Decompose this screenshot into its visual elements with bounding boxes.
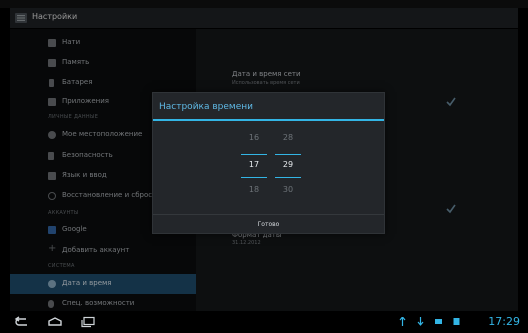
minute-current[interactable]: 29 xyxy=(273,160,303,169)
dialog-button-bar: Готово xyxy=(153,214,384,234)
minute-next[interactable]: 30 xyxy=(273,185,303,194)
hour-selection-bottom-line xyxy=(241,177,267,178)
hour-current[interactable]: 17 xyxy=(239,160,269,169)
download-icon xyxy=(417,317,424,326)
hour-next[interactable]: 18 xyxy=(239,185,269,194)
minute-picker[interactable]: 28 29 30 xyxy=(273,129,303,209)
notification-icon xyxy=(435,319,442,324)
back-icon[interactable] xyxy=(14,316,30,328)
done-button[interactable]: Готово xyxy=(153,215,384,234)
minute-prev[interactable]: 28 xyxy=(273,133,303,142)
dialog-title-divider xyxy=(153,119,384,121)
hour-selection-top-line xyxy=(241,154,267,155)
minute-selection-bottom-line xyxy=(275,177,301,178)
dialog-title: Настройка времени xyxy=(159,102,253,112)
time-picker-dialog: Настройка времени 16 17 18 28 29 30 Гото… xyxy=(152,92,385,234)
sd-card-icon xyxy=(453,318,460,325)
system-nav-bar: 17:29 xyxy=(0,311,528,333)
recent-apps-icon[interactable] xyxy=(80,316,96,328)
status-clock: 17:29 xyxy=(488,315,520,328)
hour-prev[interactable]: 16 xyxy=(239,133,269,142)
tablet-screen: Настройки Нати Память Батарея Приложения… xyxy=(0,0,528,333)
home-icon[interactable] xyxy=(47,316,63,328)
usb-icon xyxy=(399,317,406,326)
minute-selection-top-line xyxy=(275,154,301,155)
hour-picker[interactable]: 16 17 18 xyxy=(239,129,269,209)
